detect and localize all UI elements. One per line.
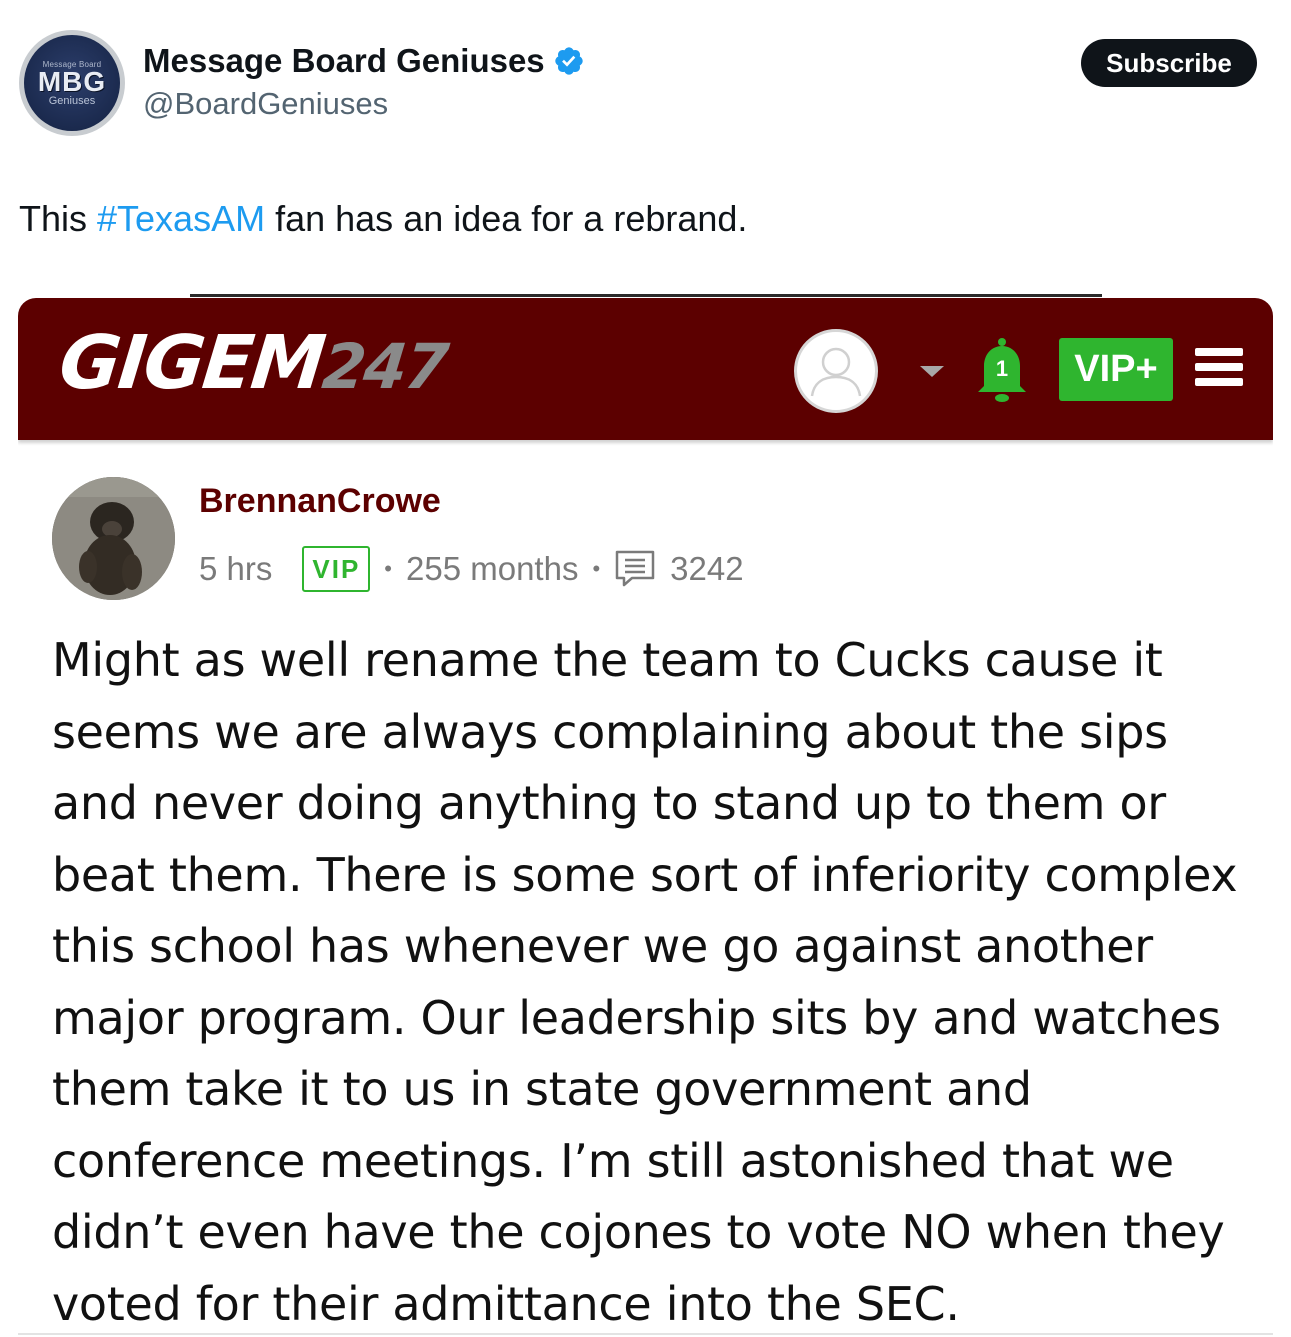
- meta-separator: •: [592, 556, 601, 581]
- embedded-screenshot[interactable]: GIGEM247 1 VIP+ BrennanCrowe 5 hrs VIP •…: [18, 294, 1273, 1337]
- mbg-logo: Message Board MBG Geniuses: [24, 35, 120, 131]
- vip-badge: VIP: [302, 546, 371, 592]
- account-handle[interactable]: @BoardGeniuses: [143, 86, 388, 122]
- comments-icon: [615, 550, 655, 587]
- tweet-text: This #TexasAM fan has an idea for a rebr…: [19, 198, 747, 240]
- gigem247-logo[interactable]: GIGEM247: [55, 320, 451, 406]
- poster-avatar[interactable]: [52, 477, 175, 600]
- profile-avatar-icon[interactable]: [794, 329, 878, 413]
- hamburger-menu-icon[interactable]: [1195, 348, 1243, 390]
- tweet-header: Message Board MBG Geniuses Message Board…: [0, 0, 1291, 150]
- divider: [190, 294, 1102, 297]
- site-header-bar: GIGEM247 1 VIP+: [18, 298, 1273, 440]
- post-meta: 5 hrs VIP • 255 months • 3242: [199, 544, 744, 594]
- hashtag-link[interactable]: #TexasAM: [97, 198, 265, 239]
- monkey-photo-icon: [52, 477, 175, 600]
- avatar-logo-text: MBG: [37, 65, 107, 97]
- logo-text: GIGEM: [55, 320, 328, 406]
- display-name[interactable]: Message Board Geniuses: [143, 42, 545, 80]
- account-avatar[interactable]: Message Board MBG Geniuses: [19, 30, 125, 136]
- divider: [18, 1333, 1273, 1335]
- user-silhouette-icon: [810, 347, 862, 397]
- avatar-bottom-text: Geniuses: [48, 94, 96, 107]
- vip-plus-button[interactable]: VIP+: [1059, 338, 1173, 401]
- post-time: 5 hrs: [199, 550, 273, 587]
- comment-count: 3242: [670, 550, 744, 587]
- tweet-text-after: fan has an idea for a rebrand.: [265, 198, 748, 239]
- verified-badge-icon: [554, 47, 583, 75]
- tweet-text-before: This: [19, 198, 98, 239]
- notification-count: 1: [995, 356, 1009, 381]
- membership-duration: 255 months: [406, 550, 579, 587]
- notification-bell-icon[interactable]: 1: [972, 336, 1032, 406]
- account-name[interactable]: Message Board Geniuses: [143, 42, 585, 80]
- logo-number: 247: [318, 330, 451, 403]
- meta-separator: •: [384, 556, 392, 581]
- subscribe-button[interactable]: Subscribe: [1081, 39, 1257, 87]
- dropdown-caret-icon[interactable]: [920, 366, 944, 377]
- post-body: Might as well rename the team to Cucks c…: [52, 633, 1238, 1331]
- poster-username[interactable]: BrennanCrowe: [199, 482, 441, 521]
